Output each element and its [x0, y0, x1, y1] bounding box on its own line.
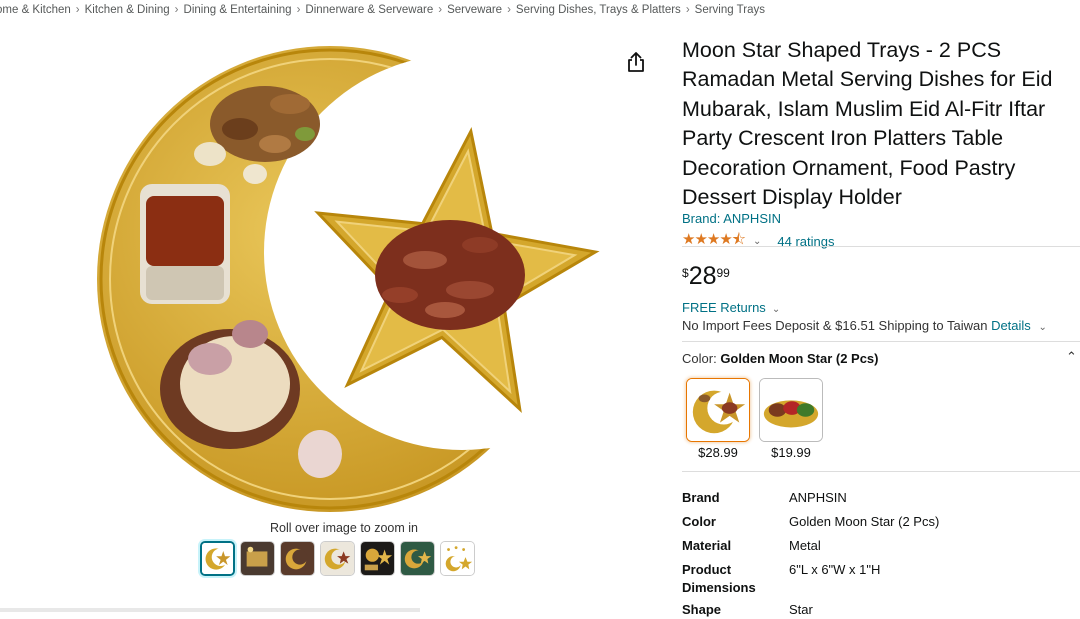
rating-row: ★★★★⯪ ⌄ 44 ratings	[682, 229, 834, 254]
spec-value: Golden Moon Star (2 Pcs)	[789, 514, 940, 529]
thumbnail-7[interactable]	[440, 541, 475, 576]
breadcrumb-separator: ›	[438, 4, 443, 16]
free-returns-label: FREE Returns	[682, 300, 766, 315]
color-swatch-moon-star[interactable]	[686, 378, 750, 442]
breadcrumb-separator: ›	[296, 4, 301, 16]
color-swatch-round[interactable]	[759, 378, 823, 442]
thumbnail-2[interactable]	[240, 541, 275, 576]
details-link[interactable]: Details	[991, 318, 1031, 333]
spec-key: Color	[682, 514, 716, 529]
product-title: Moon Star Shaped Trays - 2 PCS Ramadan M…	[682, 38, 1053, 210]
breadcrumb-item[interactable]: Serving Dishes, Trays & Platters	[516, 4, 681, 16]
breadcrumb: ome & Kitchen › Kitchen & Dining › Dining & …	[0, 4, 765, 16]
spec-value: Metal	[789, 538, 821, 553]
breadcrumb-separator: ›	[75, 4, 80, 16]
free-returns-link[interactable]: FREE Returns ⌄	[682, 300, 780, 315]
swatch-price: $19.99	[771, 445, 811, 460]
star-rating-icon[interactable]: ★★★★⯪	[682, 229, 746, 254]
color-label: Color:	[682, 351, 717, 366]
color-value: Golden Moon Star (2 Pcs)	[720, 351, 879, 366]
breadcrumb-separator: ›	[685, 4, 690, 16]
zoom-hint: Roll over image to zoom in	[270, 521, 418, 535]
thumbnail-3[interactable]	[280, 541, 315, 576]
divider	[682, 471, 1080, 472]
breadcrumb-item[interactable]: Serving Trays	[695, 4, 765, 16]
breadcrumb-separator: ›	[507, 4, 511, 16]
divider	[682, 246, 1080, 247]
chevron-down-icon[interactable]: ⌄	[1038, 322, 1046, 333]
thumbnail-strip	[200, 541, 475, 576]
price-whole: 28	[688, 262, 717, 290]
thumbnail-1[interactable]	[200, 541, 235, 576]
spec-key: Brand	[682, 490, 720, 505]
scroll-shadow	[0, 608, 420, 612]
thumbnail-6[interactable]	[400, 541, 435, 576]
spec-key: Shape	[682, 602, 722, 617]
price-fraction: 99	[716, 266, 730, 280]
spec-value: Star	[789, 602, 813, 617]
breadcrumb-item[interactable]: Kitchen & Dining	[85, 4, 170, 16]
breadcrumb-item[interactable]: ome & Kitchen	[0, 4, 71, 16]
price-currency: $	[682, 266, 689, 280]
swatch-price: $28.99	[698, 445, 738, 460]
breadcrumb-item[interactable]: Dining & Entertaining	[184, 4, 292, 16]
moon-star-tray-image	[90, 34, 610, 524]
thumbnail-5[interactable]	[360, 541, 395, 576]
chevron-down-icon: ⌄	[771, 304, 781, 315]
price: $ 28 99	[682, 262, 730, 290]
share-button[interactable]	[618, 44, 654, 80]
chevron-up-icon[interactable]: ⌃	[1066, 349, 1077, 365]
breadcrumb-item[interactable]: Dinnerware & Serveware	[305, 4, 433, 16]
spec-value: 6"L x 6"W x 1"H	[789, 562, 881, 577]
thumbnail-4[interactable]	[320, 541, 355, 576]
import-fees-label: No Import Fees Deposit & $16.51 Shipping…	[682, 318, 988, 333]
share-icon	[628, 52, 644, 72]
brand-link[interactable]: Brand: ANPHSIN	[682, 211, 781, 226]
color-selector-label: Color: Golden Moon Star (2 Pcs)	[682, 351, 879, 366]
breadcrumb-separator: ›	[174, 4, 179, 16]
main-product-image[interactable]	[90, 34, 610, 524]
breadcrumb-item[interactable]: Serveware	[447, 4, 502, 16]
import-fees-text: No Import Fees Deposit & $16.51 Shipping…	[682, 318, 1047, 333]
spec-key: Material	[682, 538, 732, 553]
spec-key: Product Dimensions	[682, 562, 756, 595]
divider	[682, 341, 1080, 342]
spec-value: ANPHSIN	[789, 490, 847, 505]
